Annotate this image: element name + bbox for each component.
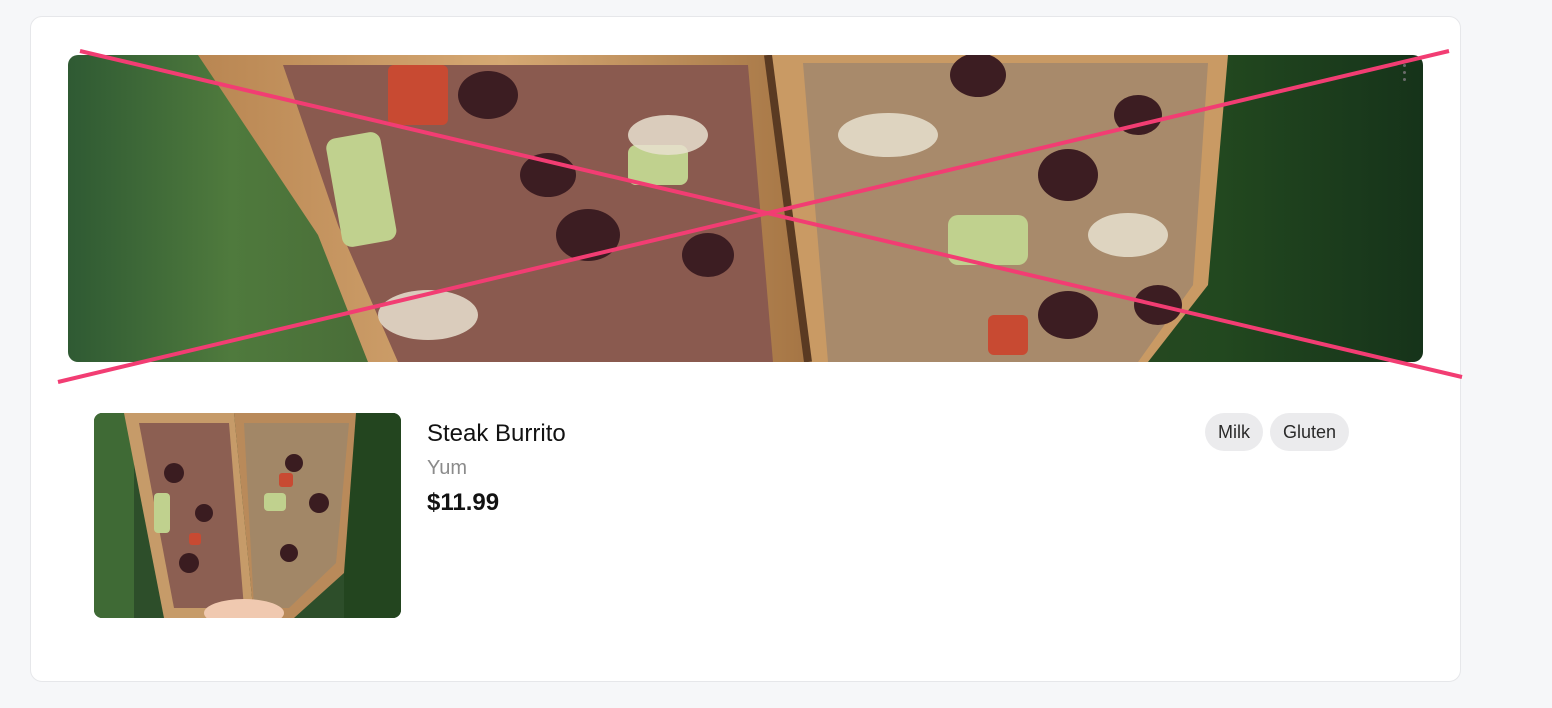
allergen-tag-milk: Milk: [1205, 413, 1263, 451]
item-description: Yum: [427, 457, 468, 479]
item-name: Steak Burrito: [427, 420, 566, 447]
hero-photo-icon: [68, 55, 1423, 362]
item-thumbnail: [94, 413, 401, 618]
allergen-tag-gluten: Gluten: [1270, 413, 1350, 451]
item-price: $11.99: [427, 489, 500, 516]
allergen-tags: Milk Gluten: [1205, 413, 1350, 451]
hero-image: [68, 55, 1423, 362]
thumbnail-photo-icon: [94, 413, 401, 618]
more-options-icon[interactable]: [1400, 64, 1408, 86]
